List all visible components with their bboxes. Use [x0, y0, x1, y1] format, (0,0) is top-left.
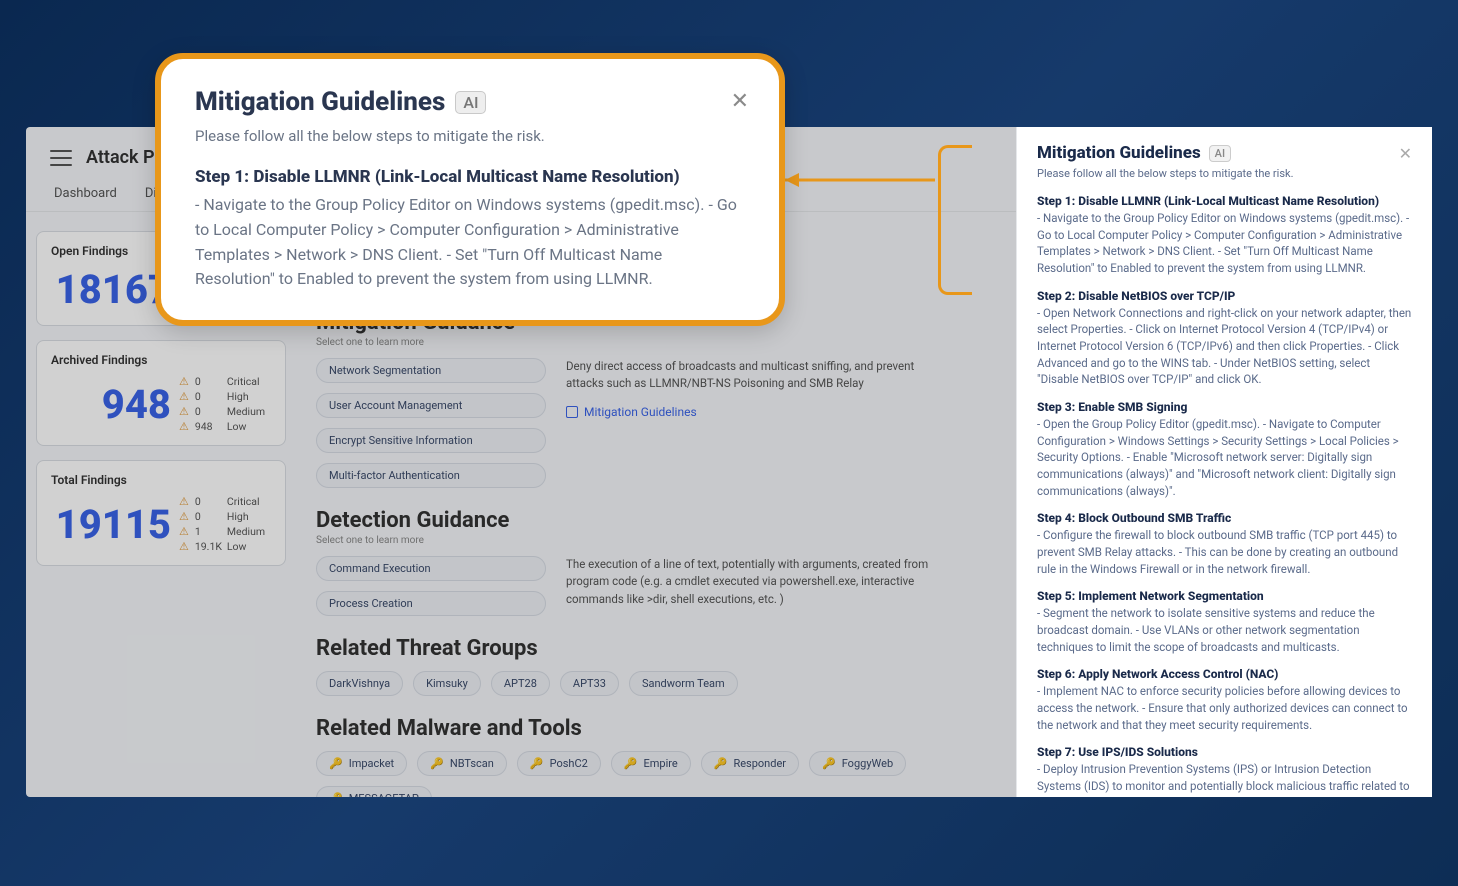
- panel-title: Mitigation Guidelines: [1037, 143, 1201, 163]
- step-body: - Segment the network to isolate sensiti…: [1037, 605, 1412, 655]
- chip[interactable]: 🔑MESSAGETAP: [316, 786, 432, 797]
- key-icon: 🔑: [714, 757, 728, 770]
- warning-icon: ⚠: [179, 495, 189, 508]
- key-icon: 🔑: [624, 757, 638, 770]
- mitigation-desc: Deny direct access of broadcasts and mul…: [566, 358, 946, 393]
- open-count: 18167: [51, 266, 171, 313]
- chip[interactable]: Kimsuky: [413, 671, 481, 696]
- step-title: Step 7: Use IPS/IDS Solutions: [1037, 745, 1412, 759]
- document-icon: [566, 406, 578, 418]
- callout-arrow-icon: [785, 170, 945, 190]
- callout-subtitle: Please follow all the below steps to mit…: [195, 127, 745, 145]
- chip[interactable]: Multi-factor Authentication: [316, 463, 546, 488]
- card-archived-findings: Archived Findings 948 ⚠0Critical⚠0High⚠0…: [36, 340, 286, 446]
- chip[interactable]: APT33: [560, 671, 619, 696]
- step-title: Step 1: Disable LLMNR (Link-Local Multic…: [1037, 194, 1412, 208]
- step-body: - Implement NAC to enforce security poli…: [1037, 683, 1412, 733]
- callout-step-body: - Navigate to the Group Policy Editor on…: [195, 193, 745, 292]
- warning-icon: ⚠: [179, 420, 189, 433]
- mitigation-guidelines-panel: Mitigation Guidelines AI ✕ Please follow…: [1016, 127, 1432, 797]
- chip[interactable]: APT28: [491, 671, 550, 696]
- step-title: Step 4: Block Outbound SMB Traffic: [1037, 511, 1412, 525]
- key-icon: 🔑: [329, 792, 343, 797]
- malware-tools-title: Related Malware and Tools: [316, 716, 946, 741]
- page-title: Attack Pa: [86, 147, 164, 168]
- chip[interactable]: DarkVishnya: [316, 671, 403, 696]
- chip[interactable]: Encrypt Sensitive Information: [316, 428, 546, 453]
- card-total-findings: Total Findings 19115 ⚠0Critical⚠0High⚠1M…: [36, 460, 286, 566]
- chip[interactable]: 🔑Impacket: [316, 751, 407, 776]
- chip[interactable]: 🔑NBTscan: [417, 751, 507, 776]
- warning-icon: ⚠: [179, 405, 189, 418]
- ai-badge: AI: [1209, 145, 1231, 162]
- chip[interactable]: 🔑Empire: [611, 751, 691, 776]
- step-body: - Deploy Intrusion Prevention Systems (I…: [1037, 761, 1412, 797]
- warning-icon: ⚠: [179, 510, 189, 523]
- warning-icon: ⚠: [179, 540, 189, 553]
- chip[interactable]: Command Execution: [316, 556, 546, 581]
- warning-icon: ⚠: [179, 390, 189, 403]
- ai-badge: AI: [455, 91, 486, 114]
- step-body: - Navigate to the Group Policy Editor on…: [1037, 210, 1412, 277]
- mitigation-guidelines-link[interactable]: Mitigation Guidelines: [566, 403, 946, 421]
- step-title: Step 5: Implement Network Segmentation: [1037, 589, 1412, 603]
- threat-groups-title: Related Threat Groups: [316, 636, 946, 661]
- detection-desc: The execution of a line of text, potenti…: [566, 556, 946, 608]
- chip[interactable]: 🔑Responder: [701, 751, 799, 776]
- detection-guidance-title: Detection Guidance: [316, 508, 946, 533]
- callout-bracket: [938, 145, 972, 295]
- panel-subtitle: Please follow all the below steps to mit…: [1037, 167, 1412, 180]
- warning-icon: ⚠: [179, 375, 189, 388]
- key-icon: 🔑: [822, 757, 836, 770]
- key-icon: 🔑: [530, 757, 544, 770]
- chip[interactable]: User Account Management: [316, 393, 546, 418]
- card-title: Archived Findings: [51, 353, 271, 367]
- close-icon[interactable]: ✕: [1399, 144, 1412, 163]
- step-body: - Open the Group Policy Editor (gpedit.m…: [1037, 416, 1412, 499]
- menu-icon[interactable]: [50, 150, 72, 166]
- close-icon[interactable]: ✕: [731, 89, 749, 114]
- chip[interactable]: Process Creation: [316, 591, 546, 616]
- archived-count: 948: [51, 381, 171, 428]
- total-count: 19115: [51, 501, 171, 548]
- step-title: Step 3: Enable SMB Signing: [1037, 400, 1412, 414]
- callout-title: Mitigation Guidelines: [195, 87, 445, 117]
- warning-icon: ⚠: [179, 525, 189, 538]
- card-title: Total Findings: [51, 473, 271, 487]
- tab-dashboard[interactable]: Dashboard: [54, 186, 117, 211]
- key-icon: 🔑: [430, 757, 444, 770]
- step-title: Step 2: Disable NetBIOS over TCP/IP: [1037, 289, 1412, 303]
- chip[interactable]: 🔑FoggyWeb: [809, 751, 906, 776]
- key-icon: 🔑: [329, 757, 343, 770]
- step-title: Step 6: Apply Network Access Control (NA…: [1037, 667, 1412, 681]
- step-body: - Configure the firewall to block outbou…: [1037, 527, 1412, 577]
- callout-step-title: Step 1: Disable LLMNR (Link-Local Multic…: [195, 167, 745, 187]
- step-body: - Open Network Connections and right-cli…: [1037, 305, 1412, 388]
- chip[interactable]: 🔑PoshC2: [517, 751, 601, 776]
- chip[interactable]: Sandworm Team: [629, 671, 738, 696]
- chip[interactable]: Network Segmentation: [316, 358, 546, 383]
- callout-card: Mitigation Guidelines AI ✕ Please follow…: [155, 53, 785, 326]
